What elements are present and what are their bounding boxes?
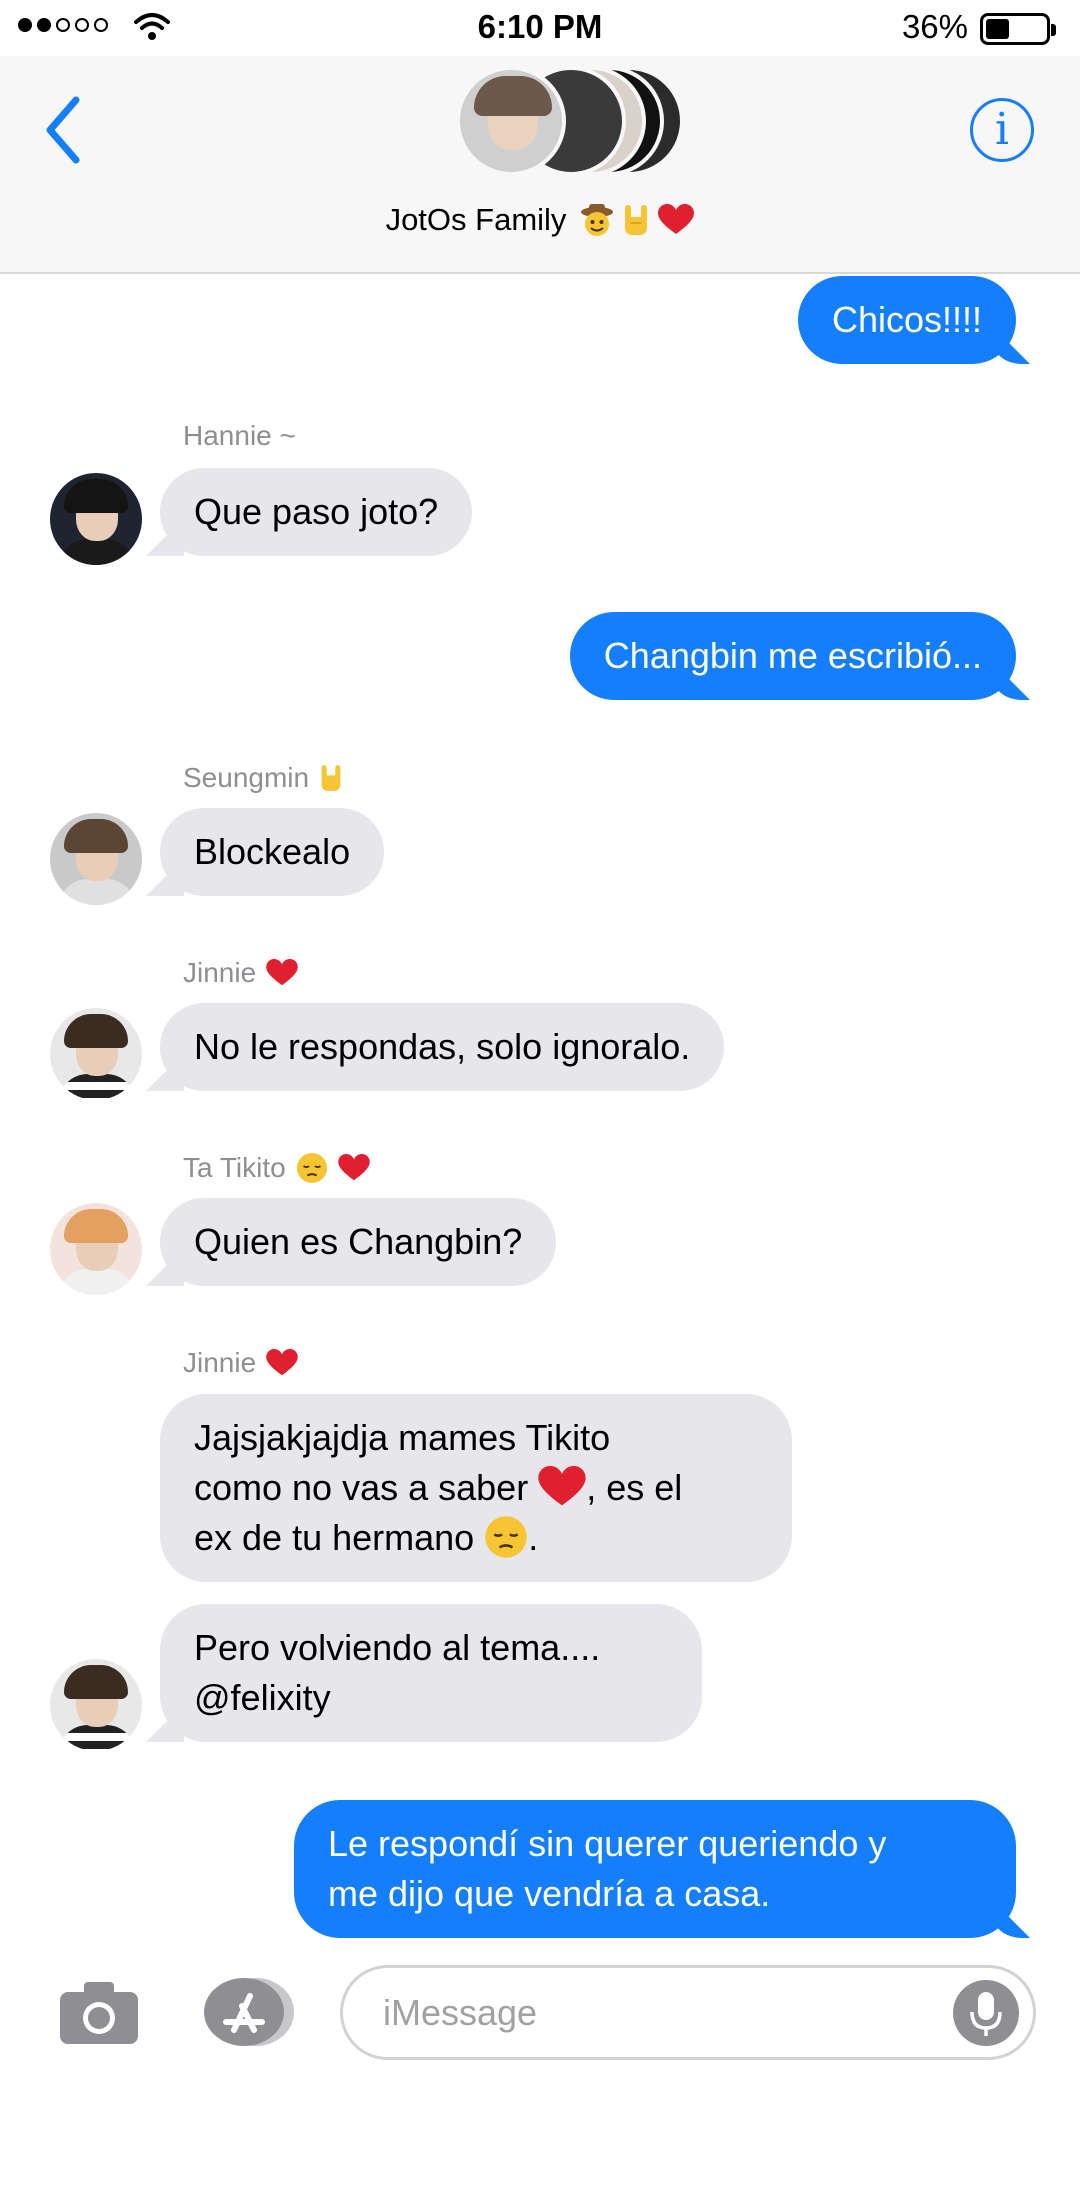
camera-icon[interactable]	[58, 1980, 140, 2046]
avatar[interactable]	[50, 813, 142, 905]
outgoing-message-bubble[interactable]: Chicos!!!!	[797, 276, 1016, 364]
red-heart-emoji	[538, 1466, 586, 1506]
sender-name: Jinnie	[183, 1347, 298, 1379]
message-line: como no vas a saber , es el	[194, 1466, 683, 1508]
conversation-header: JotOs Family i	[0, 56, 1080, 274]
message-line: Pero volviendo al tema....	[194, 1627, 601, 1668]
avatar[interactable]	[50, 1659, 142, 1751]
battery-percent: 36%	[901, 8, 968, 45]
sender-name: Hannie ~	[183, 420, 296, 451]
incoming-message-bubble[interactable]: Quien es Changbin?	[160, 1198, 557, 1286]
message-line: Le respondí sin querer queriendo y	[328, 1823, 887, 1864]
red-heart-emoji	[337, 1154, 370, 1181]
avatar	[456, 66, 566, 176]
incoming-message-bubble[interactable]: Jajsjakjajdja mames Tikito como no vas a…	[160, 1394, 792, 1582]
cowboy-emoji	[581, 204, 614, 236]
pensive-face-emoji	[296, 1152, 327, 1184]
message-text: Blockealo	[194, 831, 351, 872]
status-bar: 6:10 PM 36%	[0, 0, 1080, 56]
message-mention[interactable]: @felixity	[194, 1673, 668, 1723]
sender-name: Jinnie	[183, 957, 298, 989]
chevron-left-icon[interactable]	[40, 90, 90, 170]
incoming-message-bubble[interactable]: Pero volviendo al tema.... @felixity	[160, 1604, 702, 1742]
info-icon[interactable]: i	[970, 98, 1034, 162]
incoming-message-bubble[interactable]: No le respondas, solo ignoralo.	[160, 1003, 725, 1091]
group-title[interactable]: JotOs Family	[0, 202, 1080, 238]
message-text: No le respondas, solo ignoralo.	[194, 1026, 691, 1067]
message-line: Jajsjakjajdja mames Tikito	[194, 1417, 611, 1458]
sender-name: Ta Tikito	[183, 1152, 370, 1184]
compose-bar	[0, 1952, 1080, 2092]
group-avatar-stack[interactable]	[456, 60, 686, 180]
red-heart-emoji	[266, 959, 298, 986]
rock-on-emoji	[321, 765, 341, 791]
microphone-icon[interactable]	[953, 1980, 1019, 2046]
battery-icon	[980, 13, 1056, 45]
message-text: Quien es Changbin?	[194, 1221, 523, 1262]
avatar[interactable]	[50, 1203, 142, 1295]
group-name-text: JotOs Family	[385, 202, 567, 237]
avatar[interactable]	[50, 473, 142, 565]
message-list[interactable]: Chicos!!!! Hannie ~ Changbin me escribió…	[0, 276, 1080, 1952]
sender-name: Seungmin	[183, 762, 343, 794]
pensive-face-emoji	[485, 1516, 527, 1559]
rock-on-emoji	[625, 205, 648, 235]
incoming-message-bubble[interactable]: Changbin me escribió... Que paso joto?	[160, 468, 473, 556]
outgoing-message-bubble[interactable]: Changbin me escribió...	[569, 612, 1016, 700]
app-store-icon[interactable]	[198, 1974, 298, 2050]
message-input[interactable]	[383, 1986, 903, 2040]
message-text: Que paso joto?	[194, 491, 439, 532]
incoming-message-bubble[interactable]: Blockealo	[160, 808, 385, 896]
avatar[interactable]	[50, 1008, 142, 1100]
message-line: ex de tu hermano .	[194, 1516, 539, 1559]
outgoing-message-bubble[interactable]: Le respondí sin querer queriendo y me di…	[294, 1800, 1016, 1938]
message-text: Changbin me escribió...	[603, 635, 982, 676]
message-line: me dijo que vendría a casa.	[328, 1873, 771, 1914]
red-heart-emoji	[266, 1349, 298, 1376]
red-heart-emoji	[658, 204, 695, 234]
message-text: Chicos!!!!	[831, 299, 982, 340]
imessage-input-field[interactable]	[340, 1965, 1036, 2060]
